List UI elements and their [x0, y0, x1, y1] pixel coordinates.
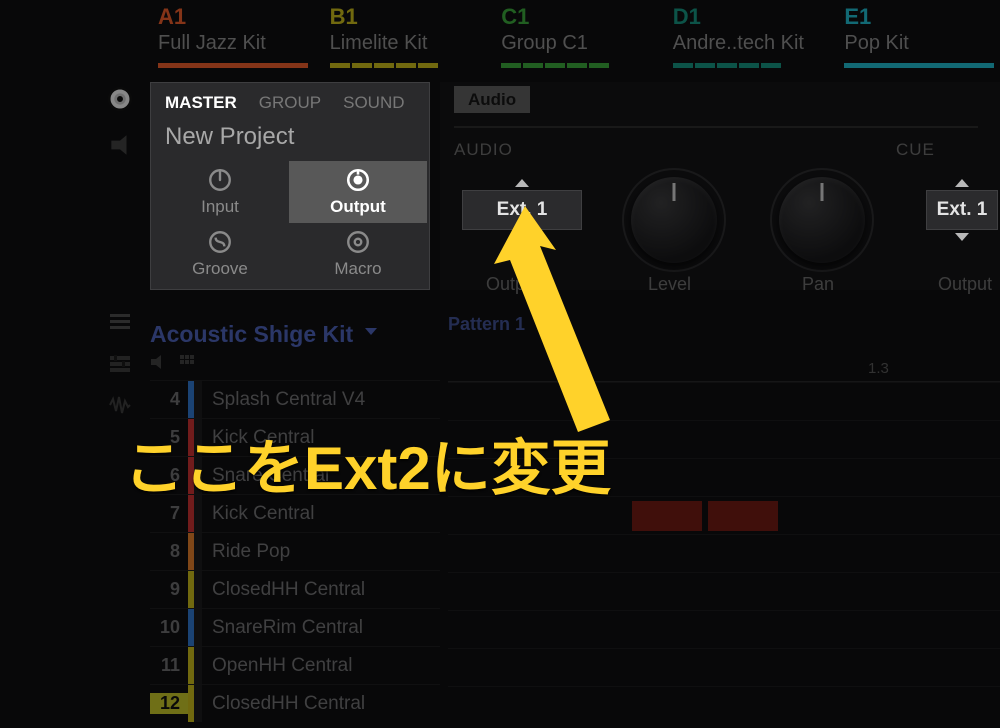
- callout-arrow: [470, 200, 640, 450]
- sound-number: 8: [150, 541, 188, 562]
- group-name: Andre..tech Kit: [673, 30, 829, 55]
- input-label: Input: [201, 197, 239, 217]
- list-item[interactable]: 8 Ride Pop: [150, 532, 440, 570]
- groove-button[interactable]: Groove: [151, 223, 289, 285]
- cue-output-value: Ext. 1: [937, 199, 988, 221]
- wave-view-icon[interactable]: [108, 394, 132, 421]
- list-item[interactable]: 9 ClosedHH Central: [150, 570, 440, 608]
- project-name: New Project: [151, 119, 429, 161]
- tab-master[interactable]: MASTER: [165, 93, 237, 113]
- list-item[interactable]: 10 SnareRim Central: [150, 608, 440, 646]
- grid-row[interactable]: [448, 534, 1000, 572]
- tab-group[interactable]: GROUP: [259, 93, 321, 113]
- kit-dropdown-icon[interactable]: [363, 325, 379, 343]
- group-name: Full Jazz Kit: [158, 30, 314, 55]
- sound-name: ClosedHH Central: [202, 693, 365, 715]
- group-code: B1: [330, 4, 486, 30]
- speaker-icon[interactable]: [150, 354, 168, 375]
- section-cue: CUE: [896, 140, 935, 160]
- group-c1[interactable]: C1 Group C1: [501, 0, 657, 70]
- group-b1[interactable]: B1 Limelite Kit: [330, 0, 486, 70]
- note-clip[interactable]: [632, 501, 702, 531]
- sound-name: OpenHH Central: [202, 655, 352, 677]
- list-item[interactable]: 11 OpenHH Central: [150, 646, 440, 684]
- kit-name[interactable]: Acoustic Shige Kit: [150, 321, 353, 348]
- param-level-label: Level: [648, 274, 691, 295]
- grid-row[interactable]: [448, 648, 1000, 686]
- grid-row[interactable]: [448, 686, 1000, 724]
- param-pan-label: Pan: [802, 274, 834, 295]
- input-button[interactable]: Input: [151, 161, 289, 223]
- output-label: Output: [330, 197, 386, 217]
- sound-number: 11: [150, 655, 188, 676]
- group-code: E1: [844, 4, 1000, 30]
- group-code: A1: [158, 4, 314, 30]
- mixer-view-icon[interactable]: [108, 353, 132, 380]
- list-item[interactable]: 12 ClosedHH Central: [150, 684, 440, 722]
- level-knob[interactable]: [631, 177, 717, 263]
- pan-knob[interactable]: [779, 177, 865, 263]
- param-output2-label: Output: [938, 274, 992, 295]
- section-audio: AUDIO: [454, 140, 513, 160]
- grid-row[interactable]: [448, 572, 1000, 610]
- grid-row[interactable]: [448, 610, 1000, 648]
- group-code: D1: [673, 4, 829, 30]
- macro-label: Macro: [334, 259, 381, 279]
- sound-number: 12: [150, 693, 188, 714]
- cue-output-selector[interactable]: Ext. 1: [926, 190, 998, 230]
- output-button[interactable]: Output: [289, 161, 427, 223]
- sound-name: Splash Central V4: [202, 389, 365, 411]
- sound-number: 10: [150, 617, 188, 638]
- group-e1[interactable]: E1 Pop Kit: [844, 0, 1000, 70]
- macro-button[interactable]: Macro: [289, 223, 427, 285]
- channel-icon[interactable]: [107, 132, 133, 158]
- arrow-up-icon[interactable]: [955, 179, 969, 187]
- grid-icon[interactable]: [180, 355, 198, 374]
- note-clip[interactable]: [708, 501, 778, 531]
- sound-number: 9: [150, 579, 188, 600]
- sound-name: ClosedHH Central: [202, 579, 365, 601]
- tick-label: 1.3: [868, 360, 889, 377]
- sound-name: Ride Pop: [202, 541, 290, 563]
- groove-label: Groove: [192, 259, 248, 279]
- group-d1[interactable]: D1 Andre..tech Kit: [673, 0, 829, 70]
- group-code: C1: [501, 4, 657, 30]
- group-name: Group C1: [501, 30, 657, 55]
- properties-panel: MASTER GROUP SOUND New Project Input Out…: [150, 82, 430, 290]
- group-a1[interactable]: A1 Full Jazz Kit: [158, 0, 314, 70]
- group-name: Limelite Kit: [330, 30, 486, 55]
- sound-name: SnareRim Central: [202, 617, 363, 639]
- tab-sound[interactable]: SOUND: [343, 93, 404, 113]
- arrow-down-icon[interactable]: [955, 233, 969, 241]
- arrow-up-icon[interactable]: [515, 179, 529, 187]
- list-item[interactable]: 4 Splash Central V4: [150, 380, 440, 418]
- list-view-icon[interactable]: [108, 312, 132, 339]
- group-name: Pop Kit: [844, 30, 1000, 55]
- plugin-icon[interactable]: [107, 86, 133, 112]
- callout-text: ここをExt2に変更: [124, 420, 611, 507]
- tab-audio[interactable]: Audio: [454, 86, 530, 113]
- sound-number: 4: [150, 389, 188, 410]
